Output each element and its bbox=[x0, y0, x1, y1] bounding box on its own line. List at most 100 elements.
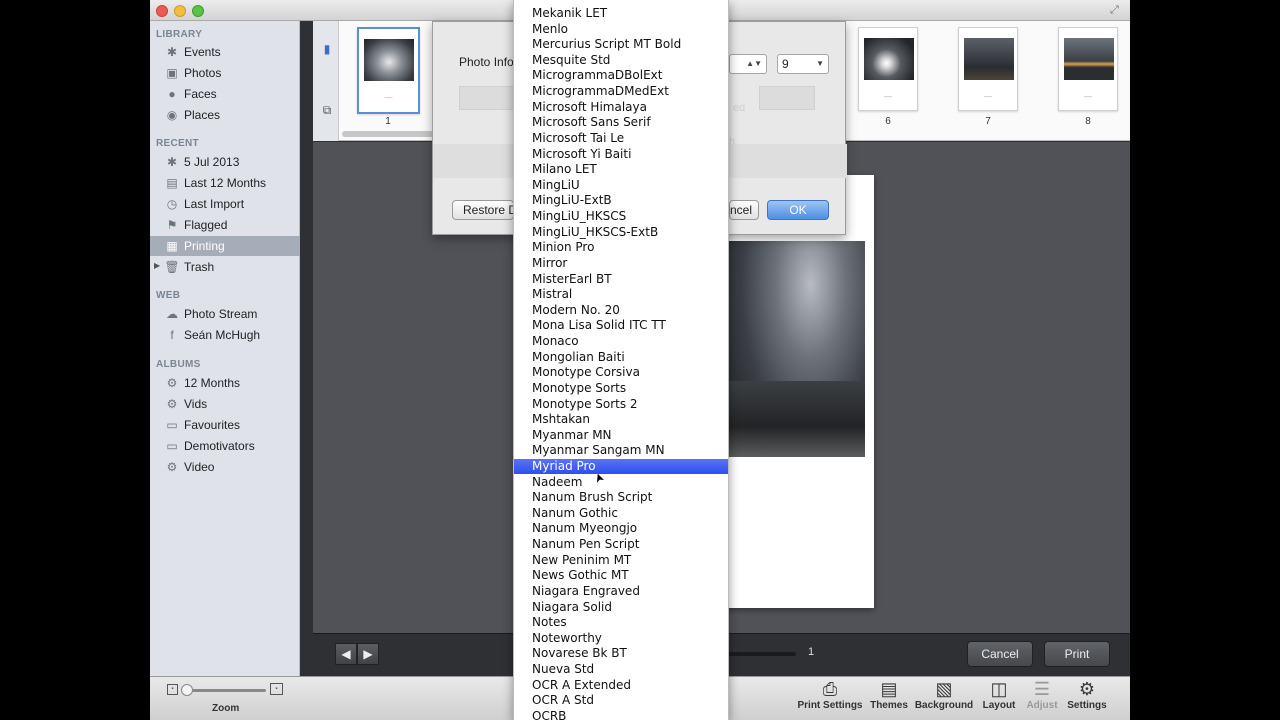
sidebar-item-demotivators[interactable]: ▭ Demotivators bbox=[150, 436, 300, 456]
sidebar-item-vids[interactable]: ⚙ Vids bbox=[150, 394, 300, 414]
font-menu-item[interactable]: News Gothic MT bbox=[514, 568, 728, 583]
font-menu-item[interactable]: Monotype Sorts bbox=[514, 381, 728, 396]
zoom-slider-knob[interactable] bbox=[181, 684, 193, 696]
font-menu-item[interactable]: Mona Lisa Solid ITC TT bbox=[514, 318, 728, 333]
font-style-select[interactable]: ▲▼ bbox=[729, 54, 767, 74]
sidebar-item-trash[interactable]: ▶ 🗑 Trash bbox=[150, 257, 300, 277]
themes-button[interactable]: ▤ Themes bbox=[868, 678, 910, 718]
page-thumbnail[interactable]: — bbox=[958, 27, 1018, 111]
sidebar-item-printing[interactable]: ▦ Printing bbox=[150, 236, 300, 256]
strip-scrollbar[interactable] bbox=[342, 131, 436, 137]
font-menu-item[interactable]: OCRB bbox=[514, 709, 728, 720]
sidebar-item-5-jul-2013[interactable]: ✱ 5 Jul 2013 bbox=[150, 152, 300, 172]
font-menu-item[interactable]: Monaco bbox=[514, 334, 728, 349]
previous-page-button[interactable]: ◀ bbox=[335, 643, 357, 665]
page-thumbnail[interactable]: — bbox=[1058, 27, 1118, 111]
next-page-button[interactable]: ▶ bbox=[357, 643, 379, 665]
fullscreen-icon[interactable]: ⤢ bbox=[1110, 4, 1122, 16]
font-menu-item[interactable]: New Peninim MT bbox=[514, 553, 728, 568]
font-menu-item[interactable]: Nadeem bbox=[514, 475, 728, 490]
font-menu-item[interactable]: MicrogrammaDMedExt bbox=[514, 84, 728, 99]
font-menu-item[interactable]: Nanum Pen Script bbox=[514, 537, 728, 552]
font-menu-item[interactable]: OCR A Extended bbox=[514, 678, 728, 693]
close-window-button[interactable] bbox=[156, 5, 168, 17]
font-menu-item[interactable]: Nanum Myeongjo bbox=[514, 521, 728, 536]
sidebar-item-last-import[interactable]: ◷ Last Import bbox=[150, 194, 300, 214]
sidebar-heading-albums: ALBUMS bbox=[156, 359, 201, 370]
font-menu-item[interactable]: Modern No. 20 bbox=[514, 303, 728, 318]
font-menu-item[interactable]: Niagara Solid bbox=[514, 600, 728, 615]
sidebar-item-favourites[interactable]: ▭ Favourites bbox=[150, 415, 300, 435]
font-menu-item[interactable]: MingLiU_HKSCS-ExtB bbox=[514, 225, 728, 240]
font-menu-item[interactable]: Milano LET bbox=[514, 162, 728, 177]
sidebar-item-video[interactable]: ⚙ Video bbox=[150, 457, 300, 477]
sidebar-item-photos[interactable]: ▣ Photos bbox=[150, 63, 300, 83]
font-menu-item[interactable]: Novarese Bk BT bbox=[514, 646, 728, 661]
page-thumbnail[interactable]: — bbox=[357, 27, 420, 114]
disclosure-triangle-icon[interactable]: ▶ bbox=[154, 261, 160, 270]
background-button[interactable]: ▧ Background bbox=[914, 678, 974, 718]
font-menu-item[interactable]: Monotype Sorts 2 bbox=[514, 397, 728, 412]
pages-icon[interactable]: ⧉ bbox=[320, 103, 334, 117]
font-menu-item[interactable]: Nanum Brush Script bbox=[514, 490, 728, 505]
dialog-cancel-button[interactable]: ncel bbox=[729, 200, 759, 220]
font-menu-item[interactable]: Microsoft Sans Serif bbox=[514, 115, 728, 130]
font-menu-item[interactable]: Myanmar Sangam MN bbox=[514, 443, 728, 458]
font-menu-item[interactable]: Microsoft Tai Le bbox=[514, 131, 728, 146]
font-menu-item[interactable]: Minion Pro bbox=[514, 240, 728, 255]
font-menu-item[interactable]: MingLiU-ExtB bbox=[514, 193, 728, 208]
layout-button[interactable]: ◫ Layout bbox=[980, 678, 1018, 718]
settings-button[interactable]: ⚙ Settings bbox=[1064, 678, 1110, 718]
font-menu-item[interactable]: Microsoft Himalaya bbox=[514, 100, 728, 115]
sidebar-item-sean-mchugh[interactable]: f Seán McHugh bbox=[150, 325, 300, 345]
print-settings-button[interactable]: ⎙ Print Settings bbox=[796, 678, 864, 718]
font-menu-item[interactable]: Mercurius Script MT Bold bbox=[514, 37, 728, 52]
sidebar-item-faces[interactable]: ● Faces bbox=[150, 84, 300, 104]
zoom-slider[interactable] bbox=[183, 689, 266, 692]
font-menu-item[interactable]: MingLiU_HKSCS bbox=[514, 209, 728, 224]
font-menu-item[interactable]: Nanum Gothic bbox=[514, 506, 728, 521]
font-menu-item[interactable]: Mshtakan bbox=[514, 412, 728, 427]
document-icon[interactable]: ▮ bbox=[320, 42, 334, 56]
font-menu-item[interactable]: Mirror bbox=[514, 256, 728, 271]
sidebar-item-places[interactable]: ◉ Places bbox=[150, 105, 300, 125]
font-menu-item[interactable]: Mistral bbox=[514, 287, 728, 302]
sidebar-item-events[interactable]: ✱ Events bbox=[150, 42, 300, 62]
font-menu-item[interactable]: Myriad Pro bbox=[514, 458, 728, 474]
smart-album-icon: ⚙ bbox=[166, 460, 178, 474]
smart-album-icon: ⚙ bbox=[166, 397, 178, 411]
page-thumbnail[interactable]: — bbox=[858, 27, 918, 111]
font-menu-item[interactable]: Mongolian Baiti bbox=[514, 350, 728, 365]
font-menu-item[interactable]: OCR A Std bbox=[514, 693, 728, 708]
cancel-button[interactable]: Cancel bbox=[967, 641, 1033, 667]
minimize-window-button[interactable] bbox=[174, 5, 186, 17]
sidebar-item-last-12-months[interactable]: ▤ Last 12 Months bbox=[150, 173, 300, 193]
font-menu-item[interactable]: MisterEarl BT bbox=[514, 272, 728, 287]
font-menu-item[interactable]: Microsoft Yi Baiti bbox=[514, 147, 728, 162]
font-menu-item[interactable]: Menlo bbox=[514, 22, 728, 37]
print-page-preview[interactable] bbox=[712, 175, 874, 608]
font-menu-item[interactable]: MicrogrammaDBolExt bbox=[514, 68, 728, 83]
font-menu-item[interactable]: Niagara Engraved bbox=[514, 584, 728, 599]
restore-defaults-button[interactable]: Restore D bbox=[452, 200, 514, 220]
sidebar-item-photo-stream[interactable]: ☁ Photo Stream bbox=[150, 304, 300, 324]
font-size-select[interactable]: 9 ▼ bbox=[777, 54, 829, 74]
zoom-large-icon[interactable]: ▪ bbox=[270, 683, 283, 695]
ok-button[interactable]: OK bbox=[767, 200, 829, 220]
font-menu-item[interactable]: Monotype Corsiva bbox=[514, 365, 728, 380]
font-menu-item[interactable]: Notes bbox=[514, 615, 728, 630]
sidebar-item-12-months[interactable]: ⚙ 12 Months bbox=[150, 373, 300, 393]
font-menu-item[interactable]: Myanmar MN bbox=[514, 428, 728, 443]
zoom-window-button[interactable] bbox=[192, 5, 204, 17]
print-button[interactable]: Print bbox=[1044, 641, 1110, 667]
font-menu-item[interactable]: MingLiU bbox=[514, 178, 728, 193]
font-menu-item[interactable]: Noteworthy bbox=[514, 631, 728, 646]
zoom-small-icon[interactable]: ▪ bbox=[167, 684, 178, 695]
adjust-icon: ☰ bbox=[1033, 679, 1051, 699]
font-menu-item[interactable]: Mekanik LET bbox=[514, 6, 728, 21]
page-slider[interactable] bbox=[728, 652, 796, 656]
page-photo[interactable] bbox=[729, 241, 865, 457]
sidebar-item-flagged[interactable]: ⚑ Flagged bbox=[150, 215, 300, 235]
font-menu-item[interactable]: Mesquite Std bbox=[514, 53, 728, 68]
font-menu-item[interactable]: Nueva Std bbox=[514, 662, 728, 677]
